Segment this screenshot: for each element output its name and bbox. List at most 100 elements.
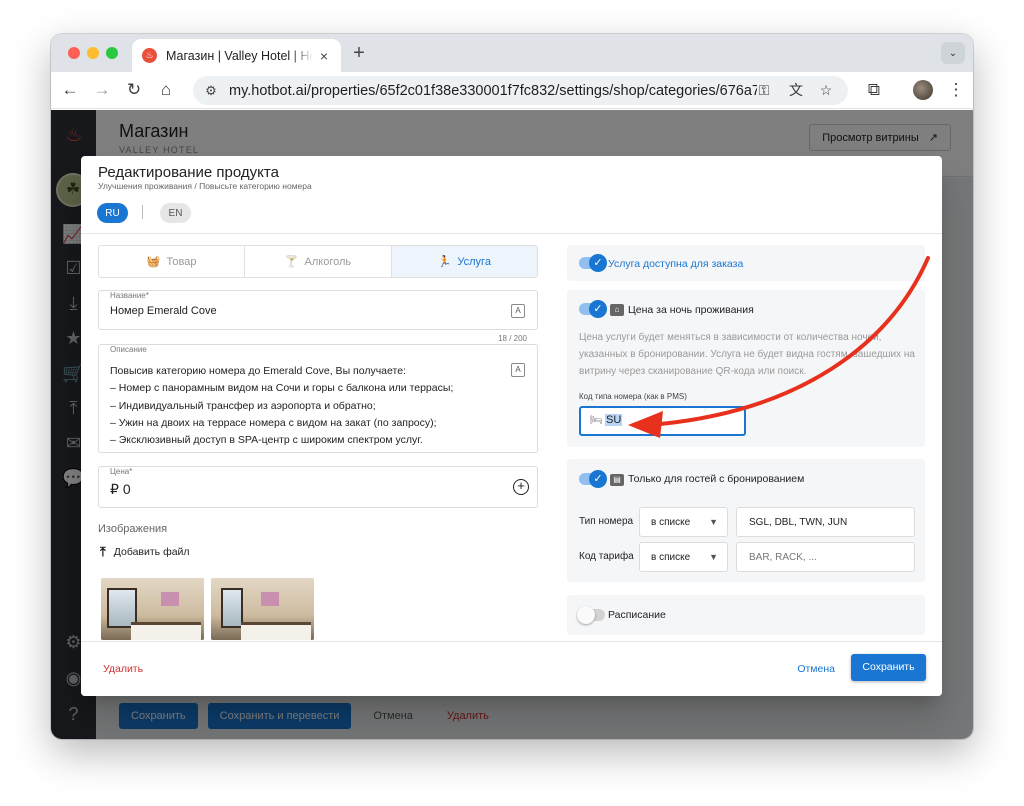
- close-window-button[interactable]: [68, 47, 80, 59]
- description-line: – Ужин на двоих на террасе номера с видо…: [110, 416, 437, 429]
- translate-icon[interactable]: 文: [786, 80, 806, 101]
- tab-product[interactable]: 🧺 Товар: [99, 246, 246, 277]
- rate-code-label: Код тарифа: [579, 551, 634, 562]
- name-field[interactable]: Название* Номер Emerald Cove A: [98, 290, 538, 330]
- more-menu-icon[interactable]: ⋮: [945, 79, 967, 101]
- delete-button[interactable]: Удалить: [103, 663, 143, 675]
- room-type-operator: в списке: [651, 517, 691, 528]
- name-input[interactable]: Номер Emerald Cove: [110, 305, 217, 317]
- price-input[interactable]: ₽ 0: [110, 481, 131, 498]
- description-line: – Индивидуальный трансфер из аэропорта и…: [110, 399, 376, 412]
- person-service-icon: 🏃: [437, 256, 452, 268]
- price-field[interactable]: Цена* ₽ 0 +: [98, 466, 538, 508]
- tab-alcohol[interactable]: 🍸 Алкоголь: [245, 246, 392, 277]
- room-type-input[interactable]: SGL, DBL, TWN, JUN: [736, 507, 915, 537]
- cancel-button[interactable]: Отмена: [797, 663, 835, 675]
- translate-icon[interactable]: A: [511, 363, 525, 377]
- tab-bar: ♨ Магазин | Valley Hotel | Hotbot × + ⌄: [51, 34, 973, 72]
- edit-product-dialog: Редактирование продукта Улучшения прожив…: [81, 156, 942, 696]
- per-night-card: ✓ ⌂ Цена за ночь проживания Цена услуги …: [567, 290, 925, 447]
- add-file-label: Добавить файл: [113, 546, 190, 558]
- tab-service-label: Услуга: [457, 255, 491, 268]
- divider: [81, 233, 942, 234]
- image-thumbnail[interactable]: [101, 578, 204, 640]
- upload-icon: ⤒: [100, 544, 106, 559]
- check-icon: ✓: [589, 254, 607, 272]
- minimize-window-button[interactable]: [87, 47, 99, 59]
- dropdown-arrow-icon: ▼: [709, 517, 718, 527]
- url-text[interactable]: my.hotbot.ai/properties/65f2c01f38e33000…: [229, 83, 757, 99]
- tab-service[interactable]: 🏃 Услуга: [391, 246, 537, 277]
- rate-code-operator: в списке: [651, 552, 691, 563]
- name-field-label: Название*: [110, 291, 149, 300]
- save-button[interactable]: Сохранить: [851, 654, 926, 681]
- browser-tab[interactable]: ♨ Магазин | Valley Hotel | Hotbot ×: [132, 39, 341, 72]
- address-bar[interactable]: ⚙ my.hotbot.ai/properties/65f2c01f38e330…: [193, 76, 848, 105]
- zoom-window-button[interactable]: [106, 47, 118, 59]
- add-circle-icon[interactable]: +: [513, 479, 529, 495]
- back-arrow-icon[interactable]: ←: [59, 79, 81, 101]
- image-thumbnail[interactable]: [211, 578, 314, 640]
- guests-only-label: Только для гостей с бронированием: [628, 473, 805, 485]
- description-field-label: Описание: [110, 345, 147, 354]
- browser-toolbar: ← → ↻ ⌂ ⚙ my.hotbot.ai/properties/65f2c0…: [51, 72, 973, 109]
- hotel-bed-icon: ⌂: [610, 304, 624, 316]
- lang-chip-en[interactable]: EN: [160, 203, 191, 223]
- rate-code-input[interactable]: BAR, RACK, ...: [736, 542, 915, 572]
- schedule-toggle[interactable]: [577, 606, 605, 624]
- ticket-icon: ▤: [610, 474, 624, 486]
- available-toggle[interactable]: ✓: [579, 254, 607, 272]
- guests-only-card: ✓ ▤ Только для гостей с бронированием Ти…: [567, 459, 925, 582]
- add-file-button[interactable]: ⤒ Добавить файл: [100, 544, 190, 560]
- name-counter: 18 / 200: [498, 334, 527, 343]
- room-type-label: Тип номера: [579, 516, 634, 527]
- url-host: my.hotbot.ai: [229, 82, 307, 99]
- new-tab-icon[interactable]: +: [349, 42, 369, 65]
- forward-arrow-icon[interactable]: →: [91, 79, 113, 101]
- product-type-selector: 🧺 Товар 🍸 Алкоголь 🏃 Услуга: [98, 245, 538, 278]
- guests-only-toggle[interactable]: ✓: [579, 470, 607, 488]
- description-line: Повысив категорию номера до Emerald Cove…: [110, 365, 406, 377]
- cocktail-icon: 🍸: [284, 256, 299, 268]
- extensions-puzzle-icon[interactable]: ⧉: [863, 79, 885, 101]
- lang-chip-ru[interactable]: RU: [97, 203, 128, 223]
- rate-code-placeholder: BAR, RACK, ...: [749, 552, 817, 563]
- url-path: /properties/65f2c01f38e330001f7fc832/set…: [306, 82, 757, 99]
- per-night-toggle[interactable]: ✓: [579, 300, 607, 318]
- available-card: ✓ Услуга доступна для заказа: [567, 245, 925, 281]
- images-heading: Изображения: [98, 523, 168, 535]
- translate-icon[interactable]: A: [511, 304, 525, 318]
- dropdown-arrow-icon: ▼: [709, 552, 718, 562]
- description-textarea[interactable]: Повысив категорию номера до Emerald Cove…: [110, 363, 497, 449]
- site-info-icon[interactable]: ⚙: [201, 83, 221, 99]
- reload-icon[interactable]: ↻: [123, 79, 145, 101]
- price-field-label: Цена*: [110, 467, 133, 476]
- profile-avatar[interactable]: [913, 80, 933, 100]
- tab-alcohol-label: Алкоголь: [304, 255, 352, 268]
- pms-code-value: SU: [605, 414, 623, 426]
- tab-title: Магазин | Valley Hotel | Hotbot: [166, 48, 313, 63]
- password-key-icon[interactable]: ⚿: [754, 80, 774, 101]
- check-icon: ✓: [589, 470, 607, 488]
- basket-icon: 🧺: [146, 256, 161, 268]
- tab-product-label: Товар: [166, 255, 197, 268]
- room-type-operator-select[interactable]: в списке ▼: [639, 507, 728, 537]
- currency-symbol: ₽: [110, 481, 119, 497]
- check-icon: ✓: [589, 300, 607, 318]
- tab-close-icon[interactable]: ×: [317, 48, 331, 64]
- per-night-label: Цена за ночь проживания: [628, 304, 754, 316]
- room-type-value: SGL, DBL, TWN, JUN: [749, 517, 848, 528]
- pms-code-input[interactable]: 🛏 SU: [579, 406, 746, 436]
- schedule-card: Расписание: [567, 595, 925, 635]
- available-label: Услуга доступна для заказа: [608, 258, 744, 270]
- rate-code-operator-select[interactable]: в списке ▼: [639, 542, 728, 572]
- per-night-hint: Цена услуги будет меняться в зависимости…: [579, 332, 915, 377]
- home-icon[interactable]: ⌂: [155, 79, 177, 101]
- description-field[interactable]: Описание Повысив категорию номера до Eme…: [98, 344, 538, 453]
- schedule-label: Расписание: [608, 609, 666, 621]
- bookmark-star-icon[interactable]: ☆: [816, 80, 836, 101]
- breadcrumb: Улучшения проживания / Повысьте категори…: [98, 181, 312, 191]
- dialog-title: Редактирование продукта: [98, 164, 279, 181]
- tab-search-chevron-icon[interactable]: ⌄: [941, 42, 965, 64]
- description-line: – Эксклюзивный доступ в SPA-центр с широ…: [110, 434, 423, 447]
